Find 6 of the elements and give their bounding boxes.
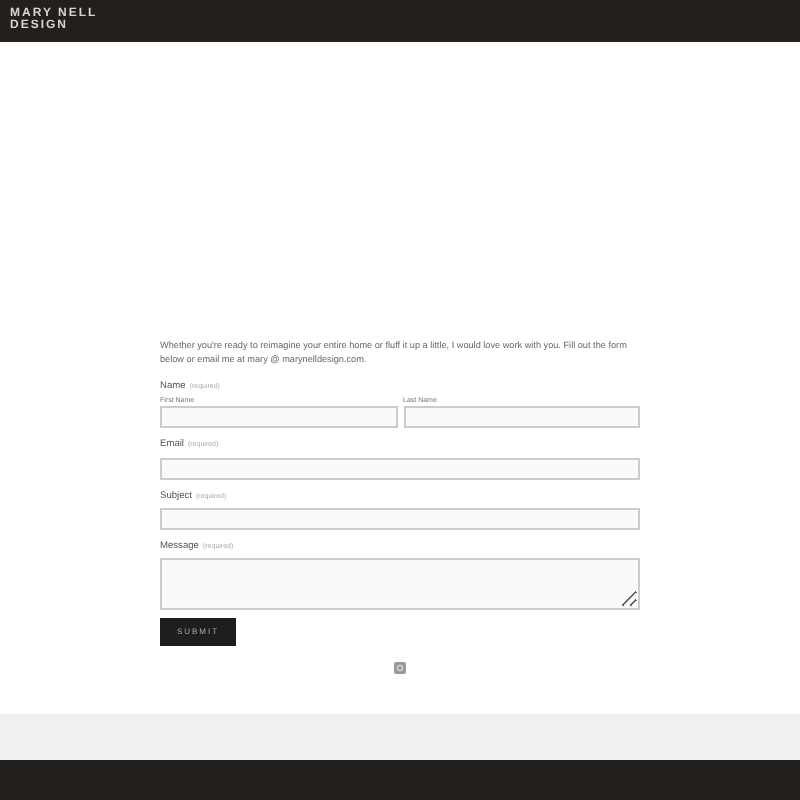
input-field[interactable] <box>160 457 640 480</box>
input-field[interactable] <box>160 507 640 530</box>
message-field[interactable] <box>160 558 640 610</box>
input-field[interactable] <box>403 406 640 429</box>
instagram-icon[interactable] <box>394 662 406 674</box>
input-field[interactable] <box>160 406 397 429</box>
